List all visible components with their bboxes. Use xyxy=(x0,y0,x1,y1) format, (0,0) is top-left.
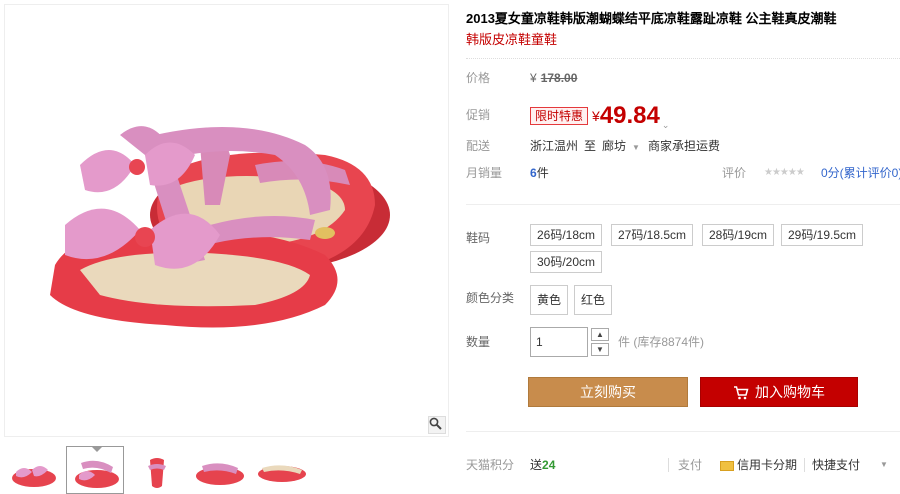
rating-count-link[interactable]: 0分(累计评价0) xyxy=(821,163,900,183)
divider xyxy=(668,458,669,472)
zoom-button[interactable] xyxy=(428,416,446,434)
thumbnail[interactable] xyxy=(252,446,310,494)
promo-label: 促销 xyxy=(466,108,491,122)
thumbnail-strip xyxy=(4,446,449,494)
product-gallery xyxy=(0,0,452,494)
points-label: 天猫积分 xyxy=(466,458,515,472)
credit-installment-label: 信用卡分期 xyxy=(737,458,798,472)
quantity-increase-button[interactable]: ▲ xyxy=(591,328,609,341)
rating-stars: ★★★★★ xyxy=(764,167,805,178)
shipping-fee: 商家承担运费 xyxy=(647,139,720,153)
price-value: ¥178.00 xyxy=(530,68,577,88)
buy-now-button[interactable]: 立刻购买 xyxy=(528,377,688,407)
points-number: 24 xyxy=(542,458,556,472)
shipping-label: 配送 xyxy=(466,139,491,153)
size-option[interactable]: 29码/19.5cm xyxy=(781,224,864,246)
size-option[interactable]: 26码/18cm xyxy=(530,224,603,246)
color-option[interactable]: 红色 xyxy=(574,285,613,315)
sales-row: 月销量 6件 评价 ★★★★★ 0分(累计评价0) xyxy=(466,163,900,183)
sales-unit: 件 xyxy=(536,166,549,180)
divider xyxy=(466,204,900,205)
product-title: 2013夏女童凉鞋韩版潮蝴蝶结平底凉鞋露趾凉鞋 公主鞋真皮潮鞋 xyxy=(466,11,837,26)
size-option[interactable]: 27码/18.5cm xyxy=(611,224,694,246)
thumbnail-selected[interactable] xyxy=(66,446,124,494)
size-option[interactable]: 30码/20cm xyxy=(530,251,603,273)
divider xyxy=(804,458,805,472)
promo-row: 促销 限时特惠 ¥49.84 ⌄ xyxy=(466,101,900,130)
thumbnail-image xyxy=(196,463,244,485)
thumbnail[interactable] xyxy=(4,446,62,494)
points-value: 送24 xyxy=(530,455,555,475)
chevron-down-icon[interactable]: ▼ xyxy=(880,455,888,475)
chevron-down-icon[interactable]: ⌄ xyxy=(662,111,672,130)
chevron-down-icon[interactable]: ▼ xyxy=(632,143,640,152)
thumbnail[interactable] xyxy=(190,446,248,494)
promo-badge: 限时特惠 xyxy=(530,106,589,125)
rating-label: 评价 xyxy=(722,166,747,180)
ship-destination[interactable]: 廊坊 xyxy=(602,139,626,153)
add-to-cart-button[interactable]: 加入购物车 xyxy=(700,377,858,407)
credit-card-icon xyxy=(720,460,734,471)
color-label: 颜色分类 xyxy=(466,291,515,305)
shoe-illustration xyxy=(50,126,390,328)
credit-installment-link[interactable]: 信用卡分期 xyxy=(720,455,797,475)
promo-currency: ¥ xyxy=(592,107,600,124)
points-payment-row: 天猫积分 送24 支付 信用卡分期 快捷支付 ▼ xyxy=(466,455,900,475)
sales-count: 6 xyxy=(530,166,537,180)
add-to-cart-label: 加入购物车 xyxy=(755,384,825,400)
product-main-image[interactable] xyxy=(4,4,449,437)
price-label: 价格 xyxy=(466,71,491,85)
size-label: 鞋码 xyxy=(466,231,491,245)
ship-from: 浙江温州 xyxy=(530,139,579,153)
quantity-input[interactable]: 1 xyxy=(530,327,588,357)
promo-value: 限时特惠 ¥49.84 ⌄ xyxy=(530,101,672,130)
color-option[interactable]: 黄色 xyxy=(530,285,569,315)
divider xyxy=(466,431,900,432)
divider xyxy=(466,58,900,59)
cart-icon xyxy=(734,386,749,400)
original-price: 178.00 xyxy=(540,71,578,85)
thumbnail-image xyxy=(75,460,119,488)
payment-label: 支付 xyxy=(678,458,703,472)
sales-value: 6件 xyxy=(530,163,549,183)
currency-symbol: ¥ xyxy=(530,71,537,85)
shipping-row: 配送 浙江温州至廊坊 ▼ 商家承担运费 xyxy=(466,136,900,156)
points-prefix: 送 xyxy=(530,458,543,472)
quantity-label: 数量 xyxy=(466,335,491,349)
shipping-value: 浙江温州至廊坊 ▼ 商家承担运费 xyxy=(530,136,726,158)
zoom-icon xyxy=(429,417,442,430)
promo-price: 49.84 xyxy=(599,101,660,129)
sales-label: 月销量 xyxy=(466,166,503,180)
thumbnail[interactable] xyxy=(128,446,186,494)
quantity-decrease-button[interactable]: ▼ xyxy=(591,343,609,356)
product-subtitle: 韩版皮凉鞋童鞋 xyxy=(466,32,558,47)
thumbnail-image xyxy=(148,458,166,488)
thumbnail-image xyxy=(12,466,56,487)
ship-to-word: 至 xyxy=(584,139,597,153)
stock-text: 件 (库存8874件) xyxy=(618,335,705,349)
size-option[interactable]: 28码/19cm xyxy=(702,224,775,246)
buy-now-label: 立刻购买 xyxy=(580,384,636,400)
quick-pay-link[interactable]: 快捷支付 xyxy=(812,455,860,475)
thumbnail-image xyxy=(258,465,306,482)
price-row: 价格 ¥178.00 xyxy=(466,68,900,88)
product-info: 2013夏女童凉鞋韩版潮蝴蝶结平底凉鞋露趾凉鞋 公主鞋真皮潮鞋 韩版皮凉鞋童鞋 … xyxy=(466,0,900,494)
